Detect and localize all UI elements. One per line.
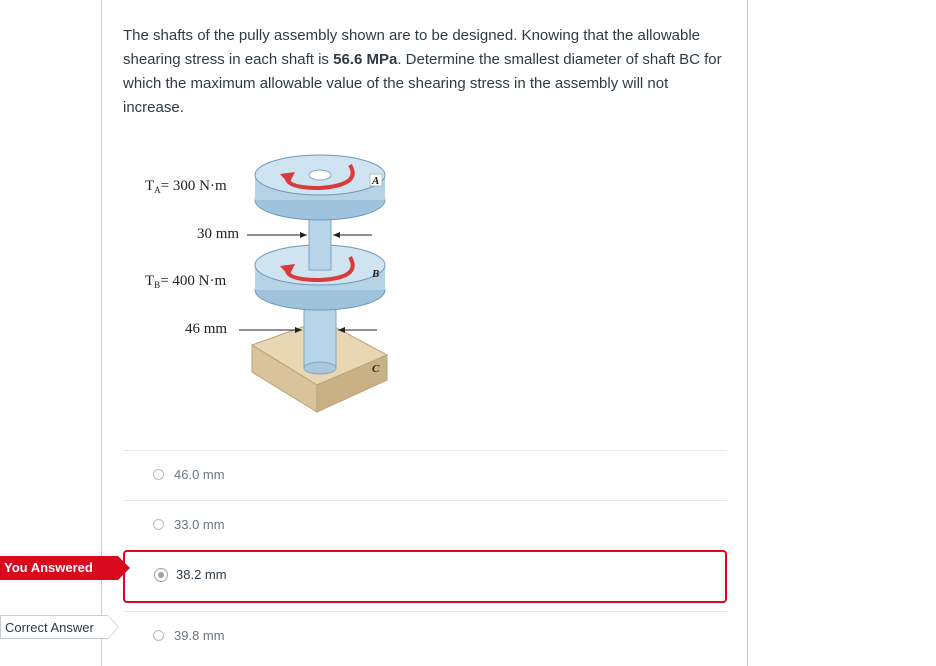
point-a-label: A (371, 175, 379, 187)
quiz-question-panel: The shafts of the pully assembly shown a… (101, 0, 748, 666)
correct-answer-tag: Correct Answer (0, 615, 119, 639)
radio-button-selected[interactable] (154, 568, 168, 582)
answer-label: 33.0 mm (174, 517, 225, 532)
radio-button[interactable] (153, 630, 164, 641)
answer-option[interactable]: 46.0 mm (123, 450, 727, 500)
answer-label: 46.0 mm (174, 467, 225, 482)
answer-option-selected[interactable]: 38.2 mm (123, 550, 727, 603)
point-c-label: C (372, 363, 380, 375)
answer-option[interactable]: 33.0 mm (123, 500, 727, 550)
pulley-assembly-figure: A B C TA= 300 N·m TB= 400 N·m 30 mm 46 m… (145, 154, 389, 413)
dim-top-label: 30 mm (197, 226, 239, 242)
torque-a-label: TA= 300 N·m (145, 178, 227, 195)
dim-bottom-label: 46 mm (185, 321, 227, 337)
answer-label: 39.8 mm (174, 628, 225, 643)
radio-button[interactable] (153, 469, 164, 480)
answer-label: 38.2 mm (176, 567, 227, 582)
answer-list: 46.0 mm 33.0 mm 38.2 mm 39.8 mm (123, 450, 727, 661)
you-answered-tag: You Answered (0, 556, 130, 580)
question-text: The shafts of the pully assembly shown a… (123, 27, 722, 116)
answer-option[interactable]: 39.8 mm (123, 611, 727, 661)
radio-button[interactable] (153, 519, 164, 530)
point-b-label: B (371, 268, 379, 280)
stress-value: 56.6 MPa (333, 51, 398, 68)
torque-b-label: TB= 400 N·m (145, 273, 226, 290)
